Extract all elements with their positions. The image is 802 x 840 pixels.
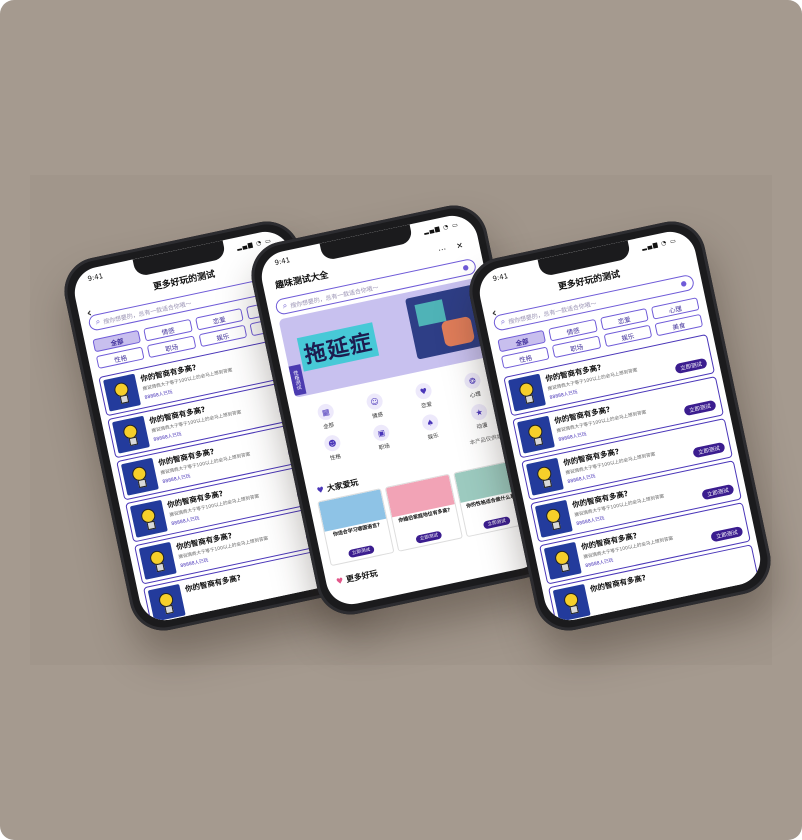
- status-time: 9:41: [273, 256, 291, 268]
- status-time: 9:41: [86, 272, 104, 284]
- star-icon: ★: [469, 402, 489, 422]
- category-label: 情感: [371, 412, 384, 421]
- category-label: 职场: [378, 443, 391, 452]
- popular-card[interactable]: 你婚后家庭地位有多高? 立即测试: [385, 473, 463, 552]
- heart-icon: ♥: [316, 485, 325, 496]
- start-test-button[interactable]: 立即测试: [415, 530, 443, 544]
- category-emotion[interactable]: ☺ 情感: [349, 388, 403, 424]
- heart-icon: ♥: [335, 576, 345, 587]
- start-test-button[interactable]: 立即测试: [483, 516, 511, 530]
- section-title: 更多好玩: [345, 568, 379, 585]
- signal-icon: ▂▄▆ ◔ ▭: [641, 236, 678, 251]
- game-icon: ♠: [420, 412, 440, 432]
- back-icon[interactable]: ‹: [85, 305, 93, 320]
- category-all[interactable]: ▦ 全部: [300, 399, 354, 435]
- search-icon: ⌕: [499, 316, 507, 327]
- face-icon: ☻: [322, 433, 342, 453]
- mockup-background: 9:41 ▂▄▆ ◔ ▭ ‹ 更多好玩的测试 ⌕ 搜你想要的，总有一款适合你哦～…: [0, 0, 802, 840]
- category-label: 动漫: [476, 422, 489, 431]
- category-love[interactable]: ♥ 恋爱: [397, 378, 451, 414]
- back-icon[interactable]: ‹: [490, 305, 498, 320]
- category-label: 全部: [322, 422, 335, 431]
- smile-icon: ☺: [365, 392, 385, 411]
- category-label: 娱乐: [427, 433, 440, 442]
- status-time: 9:41: [491, 272, 509, 284]
- start-test-button[interactable]: 立即测试: [347, 544, 375, 559]
- brain-icon: ❂: [462, 371, 482, 391]
- popular-card[interactable]: 你适合学习哪国语言? 立即测试: [317, 488, 395, 567]
- search-icon: ⌕: [281, 300, 289, 311]
- banner-title: 拖延症: [296, 322, 380, 372]
- more-close-icons[interactable]: ⋯ ✕: [437, 239, 467, 254]
- mic-icon[interactable]: ●: [462, 263, 470, 272]
- mic-icon[interactable]: ●: [680, 279, 688, 288]
- heart-icon: ♥: [414, 381, 434, 401]
- briefcase-icon: ▣: [371, 423, 391, 443]
- grid-icon: ▦: [316, 402, 336, 422]
- signal-icon: ▂▄▆ ◔ ▭: [423, 220, 460, 235]
- search-icon: ⌕: [94, 316, 102, 327]
- category-label: 心理: [469, 391, 482, 400]
- category-label: 性格: [329, 453, 342, 462]
- category-label: 恋爱: [420, 401, 433, 410]
